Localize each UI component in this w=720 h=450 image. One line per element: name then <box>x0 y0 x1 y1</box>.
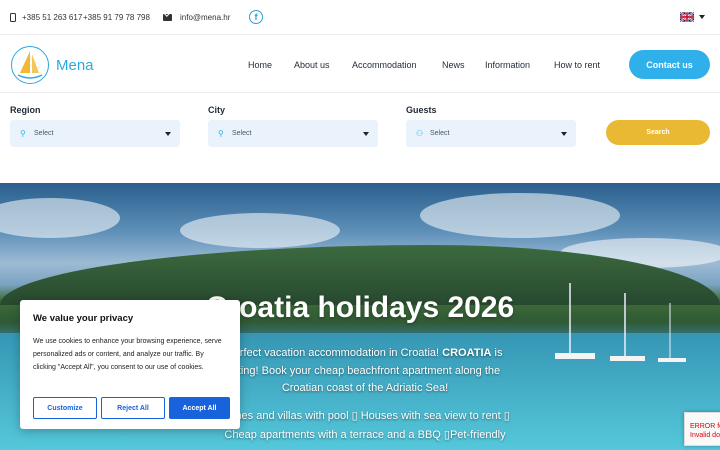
guests-label: Guests <box>406 105 437 115</box>
hero-text-line-1-end: is <box>491 347 503 359</box>
hero-text-line-3: Croatian coast of the Adriatic Sea! <box>281 382 449 394</box>
nav-accommodation[interactable]: Accommodation <box>352 60 417 70</box>
phone-number-1[interactable]: +385 51 263 617 <box>22 13 82 22</box>
cookie-buttons: Customize Reject All Accept All <box>33 397 230 419</box>
phone-number-2[interactable]: +385 91 79 78 798 <box>83 13 150 22</box>
recaptcha-error-line-1: ERROR fo <box>690 423 720 430</box>
region-label: Region <box>10 105 41 115</box>
hero-text-line-1: perfect vacation accommodation in Croati… <box>200 344 530 362</box>
chevron-down-icon <box>363 132 369 136</box>
nav-home[interactable]: Home <box>248 60 272 70</box>
guests-select-value: Select <box>430 130 450 137</box>
reject-all-button[interactable]: Reject All <box>101 397 165 419</box>
cloud-decoration <box>0 198 120 238</box>
chevron-down-icon <box>561 132 567 136</box>
email-contact[interactable]: info@mena.hr <box>163 13 230 22</box>
nav-news[interactable]: News <box>442 60 465 70</box>
cloud-decoration <box>180 213 340 248</box>
contact-us-button[interactable]: Contact us <box>629 50 710 79</box>
phone-icon <box>10 12 16 22</box>
email-address[interactable]: info@mena.hr <box>180 13 230 22</box>
mena-logo-icon[interactable] <box>10 45 50 85</box>
city-label: City <box>208 105 226 115</box>
uk-flag-icon[interactable] <box>680 12 694 22</box>
cloud-decoration <box>420 193 620 238</box>
search-button[interactable]: Search <box>606 120 710 145</box>
city-select[interactable]: ⚲ Select <box>208 120 378 147</box>
cookie-body: We use cookies to enhance your browsing … <box>33 338 222 371</box>
accept-all-button[interactable]: Accept All <box>169 397 230 419</box>
hero-text-line-4: homes and villas with pool ▯ Houses with… <box>220 410 510 422</box>
region-select-value: Select <box>34 130 54 137</box>
location-pin-icon: ⚲ <box>218 128 224 138</box>
guests-select[interactable]: ⚇ Select <box>406 120 576 147</box>
phone-contact[interactable]: +385 51 263 617 <box>10 12 82 22</box>
nav-how-to-rent[interactable]: How to rent <box>554 60 600 70</box>
hero-text-line-1-start: perfect vacation accommodation in Croati… <box>227 347 443 359</box>
main-navigation: Mena Home About us Accommodation News In… <box>0 35 720 93</box>
hero-text-line-2: citing! Book your cheap beachfront apart… <box>229 365 501 377</box>
hero-text-line-1-bold: CROATIA <box>442 347 492 359</box>
customize-button[interactable]: Customize <box>33 397 97 419</box>
location-pin-icon: ⚲ <box>20 128 26 138</box>
language-dropdown-caret-icon[interactable] <box>699 15 705 19</box>
recaptcha-badge[interactable]: ERROR fo Invalid do <box>684 412 720 446</box>
nav-about-us[interactable]: About us <box>294 60 330 70</box>
city-select-value: Select <box>232 130 252 137</box>
search-form: Region ⚲ Select City ⚲ Select Guests ⚇ S… <box>0 93 720 183</box>
region-select[interactable]: ⚲ Select <box>10 120 180 147</box>
nav-information[interactable]: Information <box>485 60 530 70</box>
top-bar: +385 51 263 617 +385 91 79 78 798 info@m… <box>0 0 720 35</box>
hero-text-line-5: Cheap apartments with a terrace and a BB… <box>224 429 506 441</box>
cookie-title: We value your privacy <box>33 313 134 324</box>
facebook-icon[interactable]: f <box>249 10 263 24</box>
mail-icon <box>163 13 172 21</box>
recaptcha-error-line-2: Invalid do <box>690 432 720 439</box>
cookie-consent-dialog: We value your privacy We use cookies to … <box>20 300 240 429</box>
logo-text[interactable]: Mena <box>56 57 94 74</box>
guests-icon: ⚇ <box>416 128 424 138</box>
chevron-down-icon <box>165 132 171 136</box>
